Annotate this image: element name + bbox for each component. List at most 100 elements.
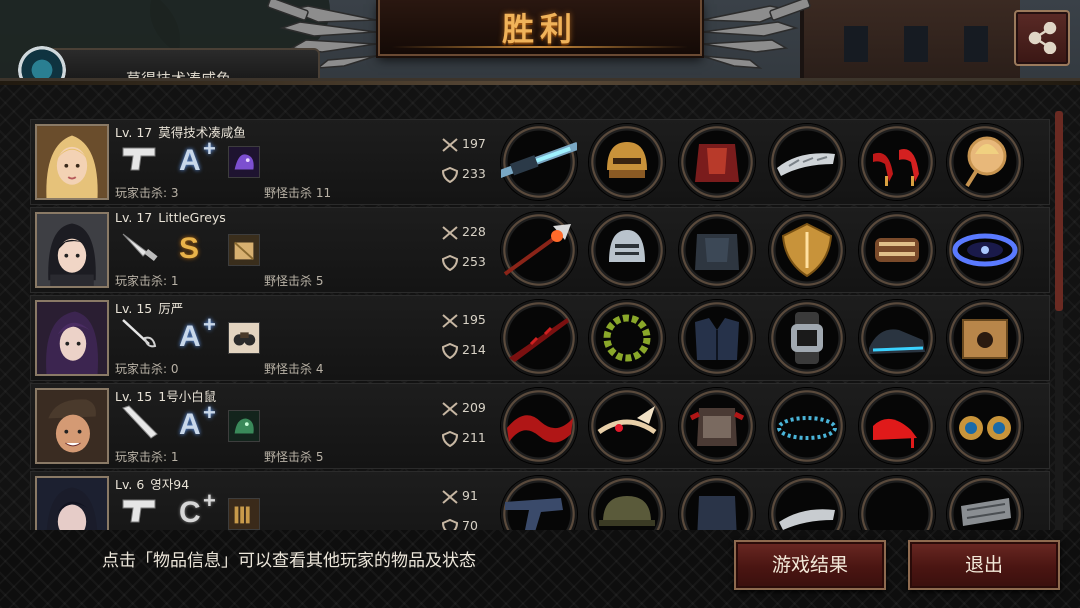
defense-value: 211 bbox=[462, 430, 486, 445]
portrait-mirror-icon[interactable] bbox=[947, 124, 1023, 200]
player-name: LittleGreys bbox=[158, 210, 226, 225]
crimson-blade-icon[interactable] bbox=[501, 300, 577, 376]
bead-necklace-icon[interactable] bbox=[769, 388, 845, 464]
red-heels-icon[interactable] bbox=[859, 124, 935, 200]
energy-rifle-icon[interactable] bbox=[501, 124, 577, 200]
gem-earrings-icon[interactable] bbox=[947, 388, 1023, 464]
attack-value: 197 bbox=[462, 136, 486, 151]
grade-badge: C + bbox=[177, 488, 221, 530]
ammo-icon bbox=[228, 498, 260, 530]
attack-stat: 195 bbox=[441, 312, 486, 329]
smart-watch-icon[interactable] bbox=[769, 300, 845, 376]
shield-icon bbox=[441, 166, 459, 183]
player-level: Lv. 17 bbox=[115, 125, 153, 140]
attack-stat: 209 bbox=[441, 400, 486, 417]
rapier-icon bbox=[119, 316, 161, 352]
crossed-swords-icon bbox=[442, 489, 458, 504]
grade-badge: A + bbox=[177, 400, 221, 442]
player-kills: 玩家击杀: 1 bbox=[115, 450, 179, 464]
house-background bbox=[800, 0, 1020, 80]
crossed-swords-icon bbox=[442, 313, 458, 328]
share-button[interactable] bbox=[1014, 10, 1070, 66]
player-level-name: Lv. 15 厉严 bbox=[115, 298, 183, 317]
defense-value: 253 bbox=[462, 254, 486, 269]
player-row[interactable]: Lv. 17 莫得技术凑咸鱼 A + 玩家击杀: 3 野怪击杀 11 197 233 bbox=[30, 119, 1050, 205]
supply-crate-icon[interactable] bbox=[947, 300, 1023, 376]
crossed-swords-icon bbox=[442, 401, 458, 416]
grade-badge: A + bbox=[177, 136, 221, 178]
attack-stat: 91 bbox=[441, 488, 478, 505]
game-result-button[interactable]: 游戏结果 bbox=[734, 540, 886, 590]
grade-letter: A bbox=[179, 408, 201, 441]
list-scrollbar[interactable] bbox=[1055, 111, 1063, 531]
monster-kills: 野怪击杀 4 bbox=[264, 362, 324, 376]
scrollbar-thumb[interactable] bbox=[1055, 111, 1063, 311]
player-level: Lv. 15 bbox=[115, 389, 153, 404]
attack-value: 91 bbox=[462, 488, 478, 503]
defense-stat: 253 bbox=[441, 254, 486, 271]
grade-letter: A bbox=[179, 320, 201, 353]
exit-button[interactable]: 退出 bbox=[908, 540, 1060, 590]
binocular-icon bbox=[228, 322, 260, 354]
avatar[interactable] bbox=[35, 300, 109, 376]
player-level-name: Lv. 17 LittleGreys bbox=[115, 210, 226, 225]
grade-letter: A bbox=[179, 144, 201, 177]
red-heels-icon[interactable] bbox=[859, 388, 935, 464]
player-row[interactable]: Lv. 15 厉严 A + 玩家击杀: 0 野怪击杀 4 195 214 bbox=[30, 295, 1050, 381]
player-kills: 玩家击杀: 3 bbox=[115, 186, 179, 200]
monster-kills: 野怪击杀 5 bbox=[264, 450, 324, 464]
shield-icon bbox=[441, 254, 459, 271]
grade-badge: A + bbox=[177, 312, 221, 354]
attack-stat: 197 bbox=[441, 136, 486, 153]
avatar[interactable] bbox=[35, 388, 109, 464]
attack-value: 195 bbox=[462, 312, 486, 327]
player-row[interactable]: Lv. 17 LittleGreys S 玩家击杀: 1 野怪击杀 5 228 2… bbox=[30, 207, 1050, 293]
red-armor-icon[interactable] bbox=[679, 124, 755, 200]
avatar[interactable] bbox=[35, 124, 109, 200]
crossed-swords-icon bbox=[442, 137, 458, 152]
avatar[interactable] bbox=[35, 212, 109, 288]
grade-badge: S bbox=[177, 226, 221, 266]
pistol-icon bbox=[119, 492, 161, 528]
shield-icon bbox=[441, 342, 459, 359]
defense-value: 214 bbox=[462, 342, 486, 357]
knight-helmet-icon[interactable] bbox=[589, 212, 665, 288]
suit-jacket-icon[interactable] bbox=[679, 300, 755, 376]
bracer-icon[interactable] bbox=[859, 212, 935, 288]
player-level: Lv. 17 bbox=[115, 210, 153, 225]
monster-kills: 野怪击杀 11 bbox=[264, 186, 332, 200]
silver-gauntlet-icon[interactable] bbox=[769, 124, 845, 200]
flaming-spear-icon[interactable] bbox=[501, 212, 577, 288]
player-level: Lv. 15 bbox=[115, 301, 153, 316]
gold-shield-icon[interactable] bbox=[769, 212, 845, 288]
armored-vest-icon[interactable] bbox=[679, 388, 755, 464]
laurel-wreath-icon[interactable] bbox=[589, 300, 665, 376]
winged-tiara-icon[interactable] bbox=[589, 388, 665, 464]
golden-helmet-icon[interactable] bbox=[589, 124, 665, 200]
grade-letter: C bbox=[179, 496, 201, 529]
results-panel: Lv. 17 莫得技术凑咸鱼 A + 玩家击杀: 3 野怪击杀 11 197 233 bbox=[0, 78, 1080, 608]
player-row[interactable]: Lv. 15 1号小白鼠 A + 玩家击杀: 1 野怪击杀 5 209 211 bbox=[30, 383, 1050, 469]
defense-value: 233 bbox=[462, 166, 486, 181]
crossed-swords-icon bbox=[442, 225, 458, 240]
defense-stat: 211 bbox=[441, 430, 486, 447]
red-scarf-icon[interactable] bbox=[501, 388, 577, 464]
grade-plus: + bbox=[203, 312, 216, 337]
attack-value: 228 bbox=[462, 224, 486, 239]
purple-beast-icon bbox=[228, 146, 260, 178]
bat-icon bbox=[119, 404, 161, 440]
gold-box-icon bbox=[228, 234, 260, 266]
victory-banner: 胜利 bbox=[378, 0, 702, 56]
galaxy-ring-icon[interactable] bbox=[947, 212, 1023, 288]
grade-plus: + bbox=[203, 488, 216, 513]
dark-armor-icon[interactable] bbox=[679, 212, 755, 288]
victory-title: 胜利 bbox=[501, 10, 578, 48]
grade-plus: + bbox=[203, 136, 216, 161]
footer-bar: 点击「物品信息」可以查看其他玩家的物品及状态 游戏结果 退出 bbox=[0, 530, 1080, 608]
attack-value: 209 bbox=[462, 400, 486, 415]
grade-plus: + bbox=[203, 400, 216, 425]
defense-stat: 233 bbox=[441, 166, 486, 183]
sneaker-icon[interactable] bbox=[859, 300, 935, 376]
player-level: Lv. 6 bbox=[115, 477, 145, 492]
player-kills: 玩家击杀: 1 bbox=[115, 274, 179, 288]
